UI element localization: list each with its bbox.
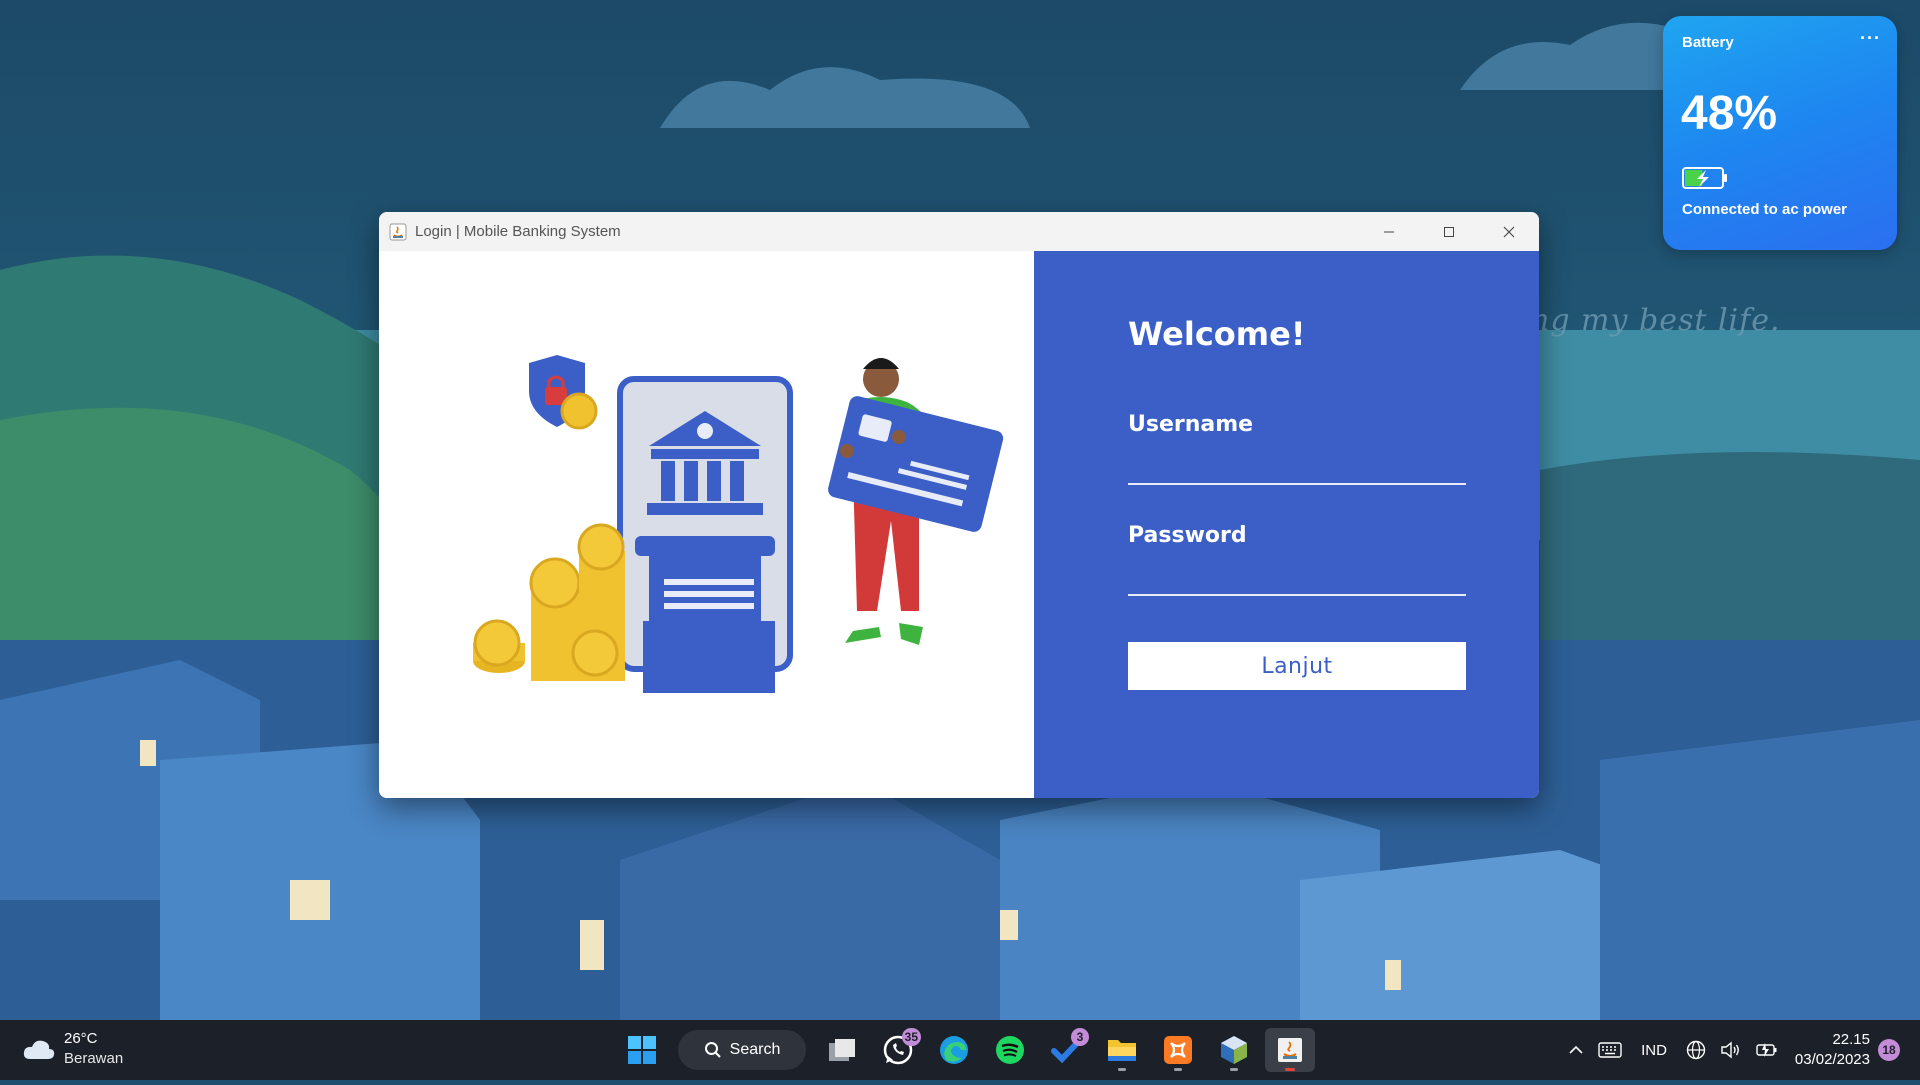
xampp-icon bbox=[1164, 1036, 1192, 1064]
java-app-icon bbox=[389, 223, 407, 241]
whatsapp-button[interactable]: 35 bbox=[873, 1028, 923, 1072]
illustration-panel bbox=[379, 251, 1034, 798]
running-indicator bbox=[1118, 1068, 1126, 1071]
taskbar-search[interactable]: Search bbox=[678, 1030, 806, 1070]
whatsapp-badge: 35 bbox=[901, 1028, 921, 1046]
username-input[interactable] bbox=[1128, 449, 1466, 485]
maximize-icon bbox=[1444, 226, 1454, 237]
running-indicator bbox=[1174, 1068, 1182, 1071]
login-form-panel: Welcome! Username Password Lanjut bbox=[1034, 251, 1539, 798]
java-app-button[interactable] bbox=[1265, 1028, 1315, 1072]
search-label: Search bbox=[729, 1041, 781, 1058]
start-button[interactable] bbox=[617, 1028, 667, 1072]
search-icon bbox=[704, 1042, 721, 1058]
edge-button[interactable] bbox=[929, 1028, 979, 1072]
touch-keyboard-button[interactable] bbox=[1598, 1041, 1622, 1059]
file-explorer-button[interactable] bbox=[1097, 1028, 1147, 1072]
keyboard-icon bbox=[1598, 1042, 1622, 1058]
battery-widget[interactable]: Battery ··· 48% Connected to ac power bbox=[1663, 16, 1897, 250]
clock[interactable]: 22.15 03/02/2023 bbox=[1795, 1030, 1870, 1070]
network-button[interactable] bbox=[1686, 1040, 1706, 1060]
weather-widget[interactable]: 26°C Berawan bbox=[22, 1029, 123, 1069]
spotify-icon bbox=[996, 1036, 1024, 1064]
folder-icon bbox=[1108, 1040, 1136, 1061]
netbeans-icon bbox=[1221, 1036, 1247, 1064]
speaker-icon bbox=[1721, 1041, 1739, 1059]
clock-date: 03/02/2023 bbox=[1794, 1051, 1870, 1068]
todo-badge: 3 bbox=[1071, 1028, 1089, 1046]
window-title: Login | Mobile Banking System bbox=[415, 223, 621, 240]
minimize-button[interactable] bbox=[1359, 212, 1419, 251]
maximize-button[interactable] bbox=[1419, 212, 1479, 251]
lanjut-button[interactable]: Lanjut bbox=[1128, 642, 1466, 690]
battery-percentage: 48% bbox=[1681, 87, 1778, 140]
todo-button[interactable]: 3 bbox=[1041, 1028, 1091, 1072]
edge-icon bbox=[940, 1036, 968, 1064]
minimize-icon bbox=[1384, 231, 1394, 232]
password-input[interactable] bbox=[1128, 560, 1466, 596]
netbeans-button[interactable] bbox=[1209, 1028, 1259, 1072]
window-titlebar[interactable]: Login | Mobile Banking System bbox=[379, 212, 1539, 251]
running-indicator bbox=[1285, 1068, 1295, 1071]
more-options-icon[interactable]: ··· bbox=[1860, 28, 1881, 49]
close-icon bbox=[1503, 226, 1515, 237]
volume-button[interactable] bbox=[1720, 1040, 1742, 1060]
notification-count[interactable]: 18 bbox=[1878, 1039, 1900, 1061]
show-hidden-icons-button[interactable] bbox=[1568, 1042, 1584, 1058]
battery-button[interactable] bbox=[1756, 1040, 1778, 1060]
clock-time: 22.15 bbox=[1832, 1031, 1870, 1048]
login-window: Login | Mobile Banking System Welcome! U… bbox=[379, 212, 1539, 798]
banking-illustration bbox=[473, 355, 1004, 693]
username-label: Username bbox=[1128, 412, 1254, 437]
cloud-icon bbox=[23, 1040, 55, 1059]
task-view-icon bbox=[829, 1039, 855, 1061]
weather-temperature: 26°C bbox=[64, 1030, 98, 1047]
weather-condition: Berawan bbox=[64, 1050, 124, 1067]
xampp-button[interactable] bbox=[1153, 1028, 1203, 1072]
input-language-indicator[interactable]: IND bbox=[1641, 1042, 1667, 1059]
battery-widget-title: Battery bbox=[1682, 34, 1734, 51]
running-indicator bbox=[1230, 1068, 1238, 1071]
battery-icon bbox=[1756, 1043, 1777, 1057]
globe-icon bbox=[1686, 1040, 1706, 1060]
task-view-button[interactable] bbox=[817, 1028, 867, 1072]
welcome-heading: Welcome! bbox=[1128, 315, 1306, 353]
battery-status-text: Connected to ac power bbox=[1682, 201, 1848, 218]
close-button[interactable] bbox=[1479, 212, 1539, 251]
password-label: Password bbox=[1128, 523, 1247, 548]
java-icon bbox=[1278, 1038, 1302, 1062]
windows-icon bbox=[628, 1036, 656, 1064]
spotify-button[interactable] bbox=[985, 1028, 1035, 1072]
chevron-up-icon bbox=[1569, 1045, 1583, 1054]
wallpaper-quote: ng my best life. bbox=[1530, 303, 1781, 338]
taskbar: 26°C Berawan Search 35 3 IND 22.15 03/02… bbox=[0, 1020, 1920, 1080]
battery-charging-icon bbox=[1682, 166, 1728, 195]
